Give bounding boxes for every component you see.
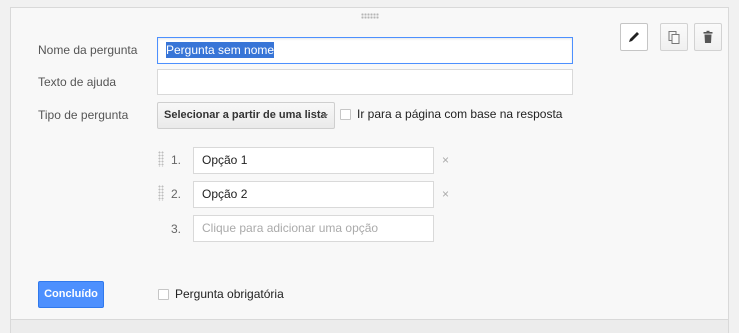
add-option-input[interactable]: Clique para adicionar uma opção — [193, 215, 434, 242]
go-to-page-checkbox[interactable] — [340, 109, 351, 120]
trash-icon — [703, 30, 713, 43]
add-option-placeholder: Clique para adicionar uma opção — [202, 221, 379, 235]
go-to-page-label: Ir para a página com base na resposta — [357, 107, 563, 121]
edit-button[interactable] — [620, 23, 648, 51]
card-bottom-strip — [10, 320, 729, 333]
option-1-remove-icon[interactable]: × — [442, 153, 449, 167]
duplicate-button[interactable] — [660, 23, 688, 51]
add-option-number: 3. — [171, 222, 182, 236]
option-1-number: 1. — [171, 153, 182, 167]
card-drag-handle-icon[interactable] — [361, 13, 379, 19]
delete-button[interactable] — [694, 23, 722, 51]
option-2-input[interactable]: Opção 2 — [193, 181, 434, 208]
help-text-input[interactable] — [157, 69, 573, 95]
help-text-label: Texto de ajuda — [38, 75, 117, 89]
pencil-icon — [629, 32, 639, 42]
question-name-label: Nome da pergunta — [38, 43, 138, 57]
question-type-value: Selecionar a partir de uma lista — [164, 109, 327, 121]
copy-icon — [668, 31, 680, 44]
option-2-remove-icon[interactable]: × — [442, 187, 449, 201]
chevron-down-icon — [322, 114, 328, 118]
question-name-value: Pergunta sem nome — [166, 42, 275, 58]
option-2-number: 2. — [171, 187, 182, 201]
question-name-input[interactable]: Pergunta sem nome — [157, 37, 573, 64]
option-1-input[interactable]: Opção 1 — [193, 147, 434, 174]
question-type-select[interactable]: Selecionar a partir de uma lista — [157, 102, 335, 129]
question-type-label: Tipo de pergunta — [38, 108, 129, 122]
required-label: Pergunta obrigatória — [175, 287, 284, 301]
done-button[interactable]: Concluído — [38, 281, 104, 308]
option-2-drag-handle-icon[interactable] — [158, 185, 164, 201]
required-checkbox[interactable] — [158, 289, 169, 300]
option-1-drag-handle-icon[interactable] — [158, 151, 164, 167]
